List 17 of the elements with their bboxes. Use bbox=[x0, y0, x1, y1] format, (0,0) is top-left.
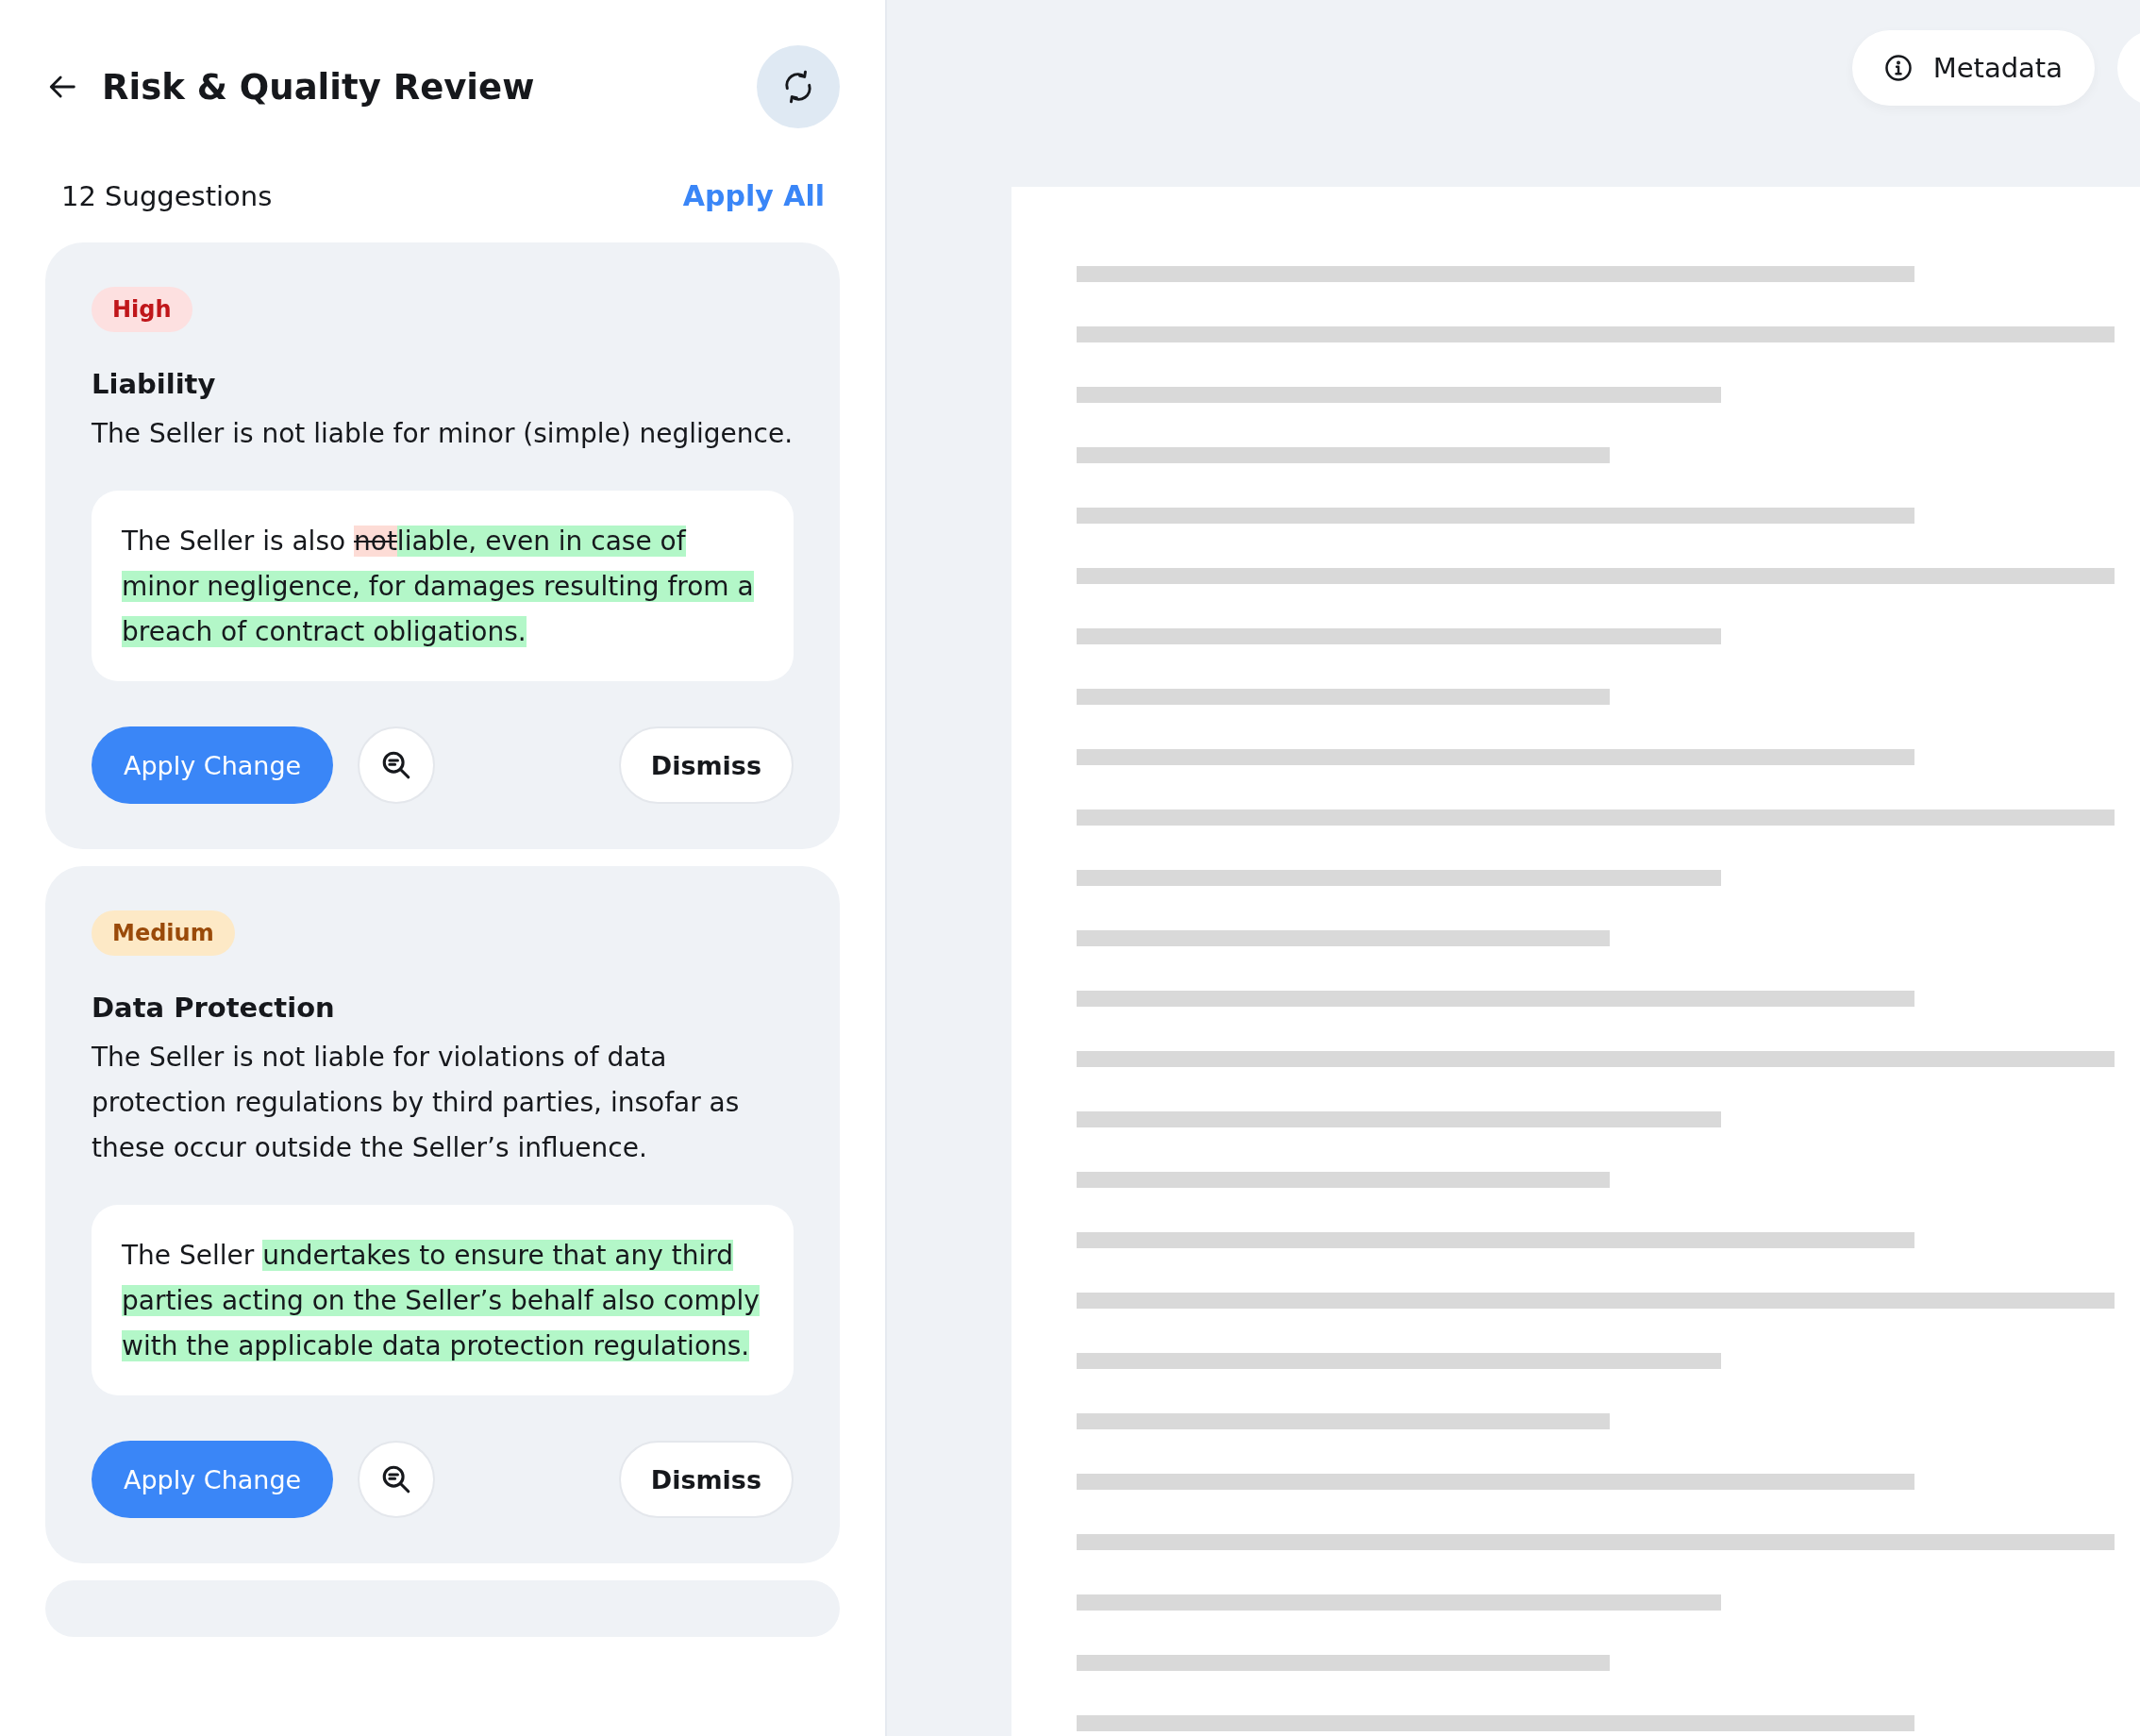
severity-badge: High bbox=[92, 287, 192, 332]
proposed-text: The Seller is also notliable, even in case of minor negligence, for damages resulting from a breach of contract obligations. bbox=[92, 491, 794, 681]
suggestion-title: Liability bbox=[92, 368, 217, 400]
dismiss-button[interactable]: Dismiss bbox=[618, 1441, 794, 1518]
dismiss-button[interactable]: Dismiss bbox=[618, 726, 794, 804]
metadata-button[interactable]: Metadata bbox=[1851, 30, 2095, 106]
suggestion-count: 12 Suggestions bbox=[61, 179, 273, 212]
apply-all-link[interactable]: Apply All bbox=[682, 179, 825, 212]
suggestion-description: The Seller is not liable for violations of data protection regulations by third parties, insofar as these occur outside the Seller’s influence. bbox=[92, 1041, 741, 1165]
severity-badge: Medium bbox=[92, 910, 235, 956]
apply-change-button[interactable]: Apply Change bbox=[92, 1441, 334, 1518]
suggestion-title: Data Protection bbox=[92, 992, 336, 1024]
suggestion-description: The Seller is not liable for minor (simple) negligence. bbox=[92, 417, 794, 451]
apply-change-button[interactable]: Apply Change bbox=[92, 726, 334, 804]
info-icon bbox=[1883, 54, 1913, 82]
panel-title: Risk & Quality Review bbox=[102, 66, 536, 108]
proposed-text: The Seller undertakes to ensure that any third parties acting on the Seller’s behalf also comply with the applicable data protection regulations. bbox=[92, 1205, 794, 1395]
